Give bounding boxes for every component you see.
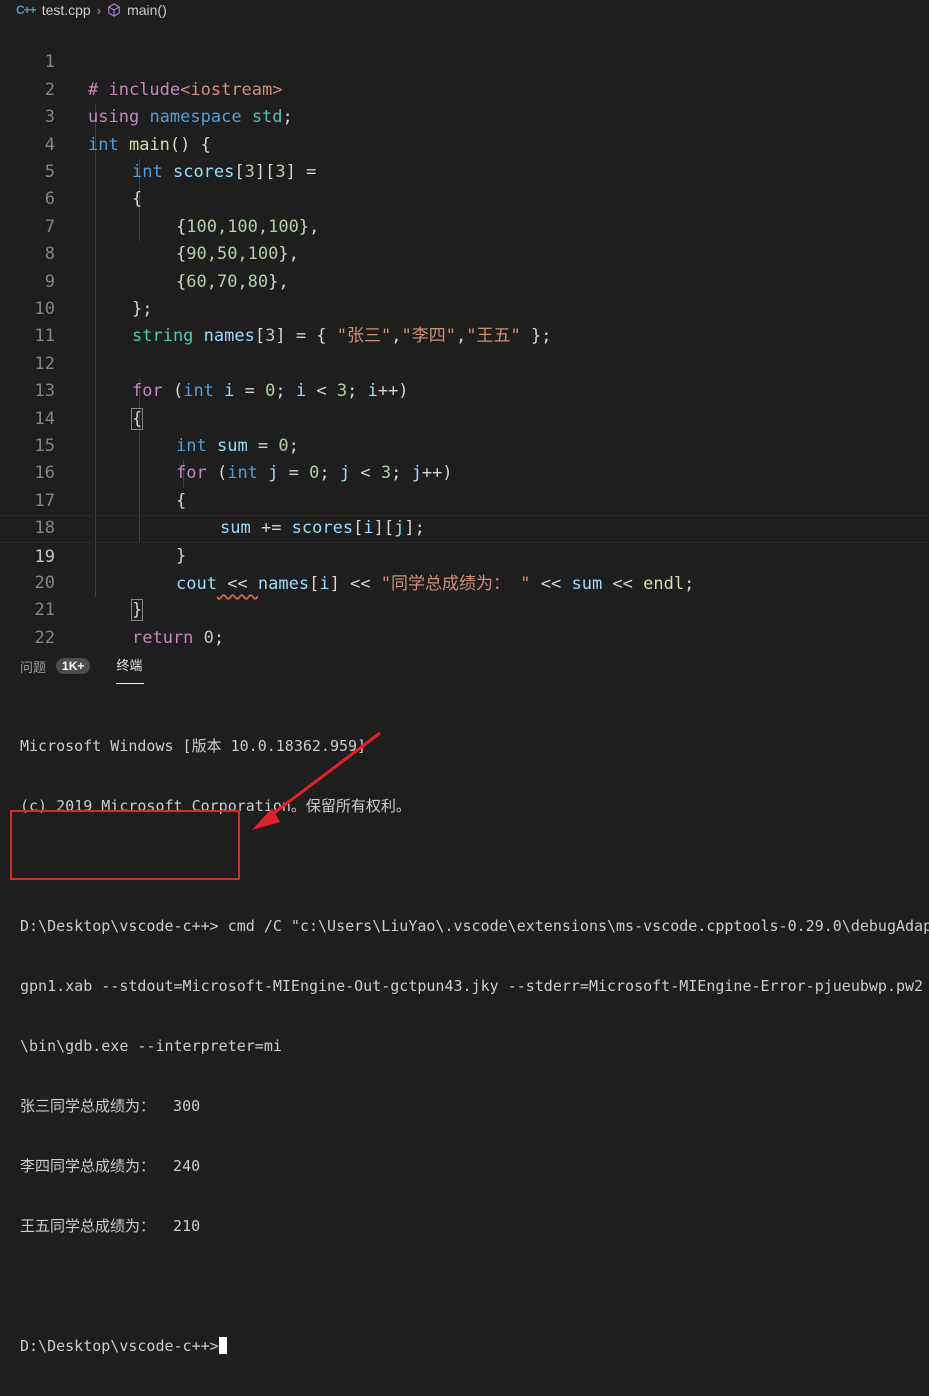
highlight-box bbox=[10, 810, 240, 880]
keyword-return: return bbox=[132, 627, 194, 648]
code-line-5[interactable]: 5 { bbox=[0, 132, 929, 209]
breadcrumb-file[interactable]: test.cpp bbox=[42, 2, 91, 18]
code-line-2[interactable]: 2 using namespace std; bbox=[0, 49, 929, 127]
code-line-8[interactable]: 8 {60,70,80}, bbox=[0, 214, 929, 291]
terminal-result-line: 李四同学总成绩为： 240 bbox=[20, 1157, 201, 1175]
terminal-result-line: 张三同学总成绩为： 300 bbox=[20, 1097, 201, 1115]
panel-tab-bar: 问题 1K+ 终端 bbox=[0, 646, 145, 686]
code-line-19[interactable]: 19 cout << names[i] << "同学总成绩为： " << sum… bbox=[0, 515, 929, 594]
code-line-6[interactable]: 6 {100,100,100}, bbox=[0, 159, 929, 236]
terminal-line: Microsoft Windows [版本 10.0.18362.959] bbox=[20, 737, 367, 755]
code-line-15[interactable]: 15 for (int j = 0; j < 3; j++) bbox=[0, 406, 929, 483]
terminal-result-line: 王五同学总成绩为： 210 bbox=[20, 1217, 201, 1235]
code-line-21[interactable]: 21 return 0; bbox=[0, 570, 929, 647]
chevron-right-icon: › bbox=[96, 2, 102, 18]
code-line-22[interactable]: 22 } bbox=[0, 597, 929, 675]
terminal-line: \bin\gdb.exe --interpreter=mi bbox=[20, 1037, 282, 1055]
punct: ; bbox=[213, 627, 225, 648]
tab-problems[interactable]: 问题 bbox=[20, 657, 46, 676]
terminal-output[interactable]: Microsoft Windows [版本 10.0.18362.959] (c… bbox=[20, 696, 929, 1396]
code-line-14[interactable]: 14 int sum = 0; bbox=[0, 378, 929, 456]
terminal-line: gpn1.xab --stdout=Microsoft-MIEngine-Out… bbox=[20, 977, 924, 995]
problems-count-badge: 1K+ bbox=[56, 658, 91, 674]
code-line-17[interactable]: 17 sum += scores[i][j]; bbox=[0, 460, 929, 538]
terminal-cursor bbox=[218, 1337, 227, 1354]
tab-terminal[interactable]: 终端 bbox=[116, 655, 145, 684]
code-line-9[interactable]: 9 }; bbox=[0, 241, 929, 319]
breadcrumb-symbol[interactable]: main() bbox=[127, 2, 167, 18]
breadcrumb: C++ test.cpp › main() bbox=[0, 0, 929, 20]
code-line-16[interactable]: 16 { bbox=[0, 433, 929, 510]
code-line-20[interactable]: 20 } bbox=[0, 543, 929, 622]
cpp-file-icon: C++ bbox=[16, 3, 37, 17]
terminal-prompt: D:\Desktop\vscode-c++> bbox=[20, 1337, 219, 1355]
number: 0 bbox=[203, 627, 214, 648]
code-line-11[interactable]: 11 bbox=[0, 296, 929, 346]
code-editor[interactable]: 1 # include<iostream> 2 using namespace … bbox=[0, 22, 929, 675]
code-line-1[interactable]: 1 # include<iostream> bbox=[0, 22, 929, 99]
code-line-18[interactable]: 18 } bbox=[0, 488, 929, 565]
code-line-4[interactable]: 4 int scores[3][3] = bbox=[0, 104, 929, 182]
terminal-line: D:\Desktop\vscode-c++> cmd /C "c:\Users\… bbox=[20, 917, 929, 935]
code-line-12[interactable]: 12 for (int i = 0; i < 3; i++) bbox=[0, 323, 929, 401]
code-line-3[interactable]: 3 int main() { bbox=[0, 77, 929, 154]
code-line-10[interactable]: 10 string names[3] = { "张三","李四","王五" }; bbox=[0, 269, 929, 346]
code-line-7[interactable]: 7 {90,50,100}, bbox=[0, 186, 929, 264]
punct bbox=[193, 628, 203, 648]
terminal-prompt-line[interactable]: D:\Desktop\vscode-c++> bbox=[20, 1336, 929, 1356]
code-line-13[interactable]: 13 { bbox=[0, 351, 929, 430]
method-cube-icon bbox=[108, 3, 120, 17]
